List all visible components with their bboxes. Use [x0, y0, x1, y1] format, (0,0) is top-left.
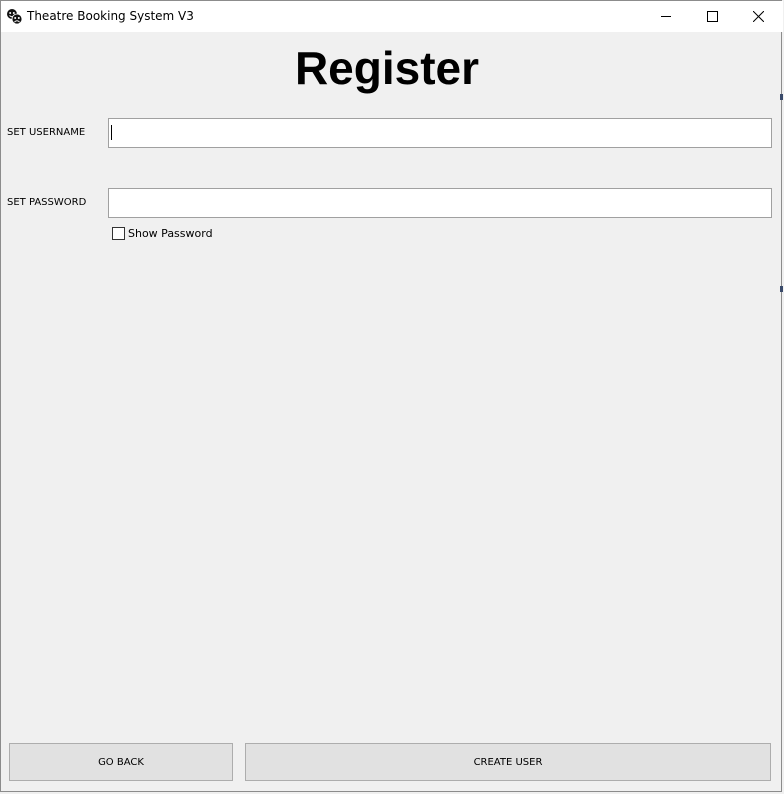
password-input[interactable] — [108, 188, 772, 218]
window-title: Theatre Booking System V3 — [27, 9, 194, 23]
maximize-button[interactable] — [689, 1, 735, 32]
show-password-checkbox[interactable] — [112, 227, 125, 240]
close-icon — [752, 11, 764, 22]
go-back-button[interactable]: GO BACK — [9, 743, 233, 781]
app-window: Theatre Booking System V3 Register SET U… — [0, 0, 783, 792]
title-bar[interactable]: Theatre Booking System V3 — [1, 1, 783, 32]
create-user-button[interactable]: CREATE USER — [245, 743, 771, 781]
password-label: SET PASSWORD — [7, 197, 87, 208]
show-password-label[interactable]: Show Password — [128, 227, 213, 240]
background-window-edge — [780, 286, 783, 292]
text-caret — [111, 125, 112, 140]
page-title: Register — [294, 42, 480, 94]
background-window-edge — [780, 94, 783, 100]
username-input[interactable] — [108, 118, 772, 148]
username-label: SET USERNAME — [7, 127, 86, 138]
minimize-icon — [660, 16, 671, 17]
theatre-masks-icon — [6, 8, 23, 25]
close-button[interactable] — [735, 1, 781, 32]
maximize-icon — [706, 11, 718, 22]
minimize-button[interactable] — [643, 1, 689, 32]
